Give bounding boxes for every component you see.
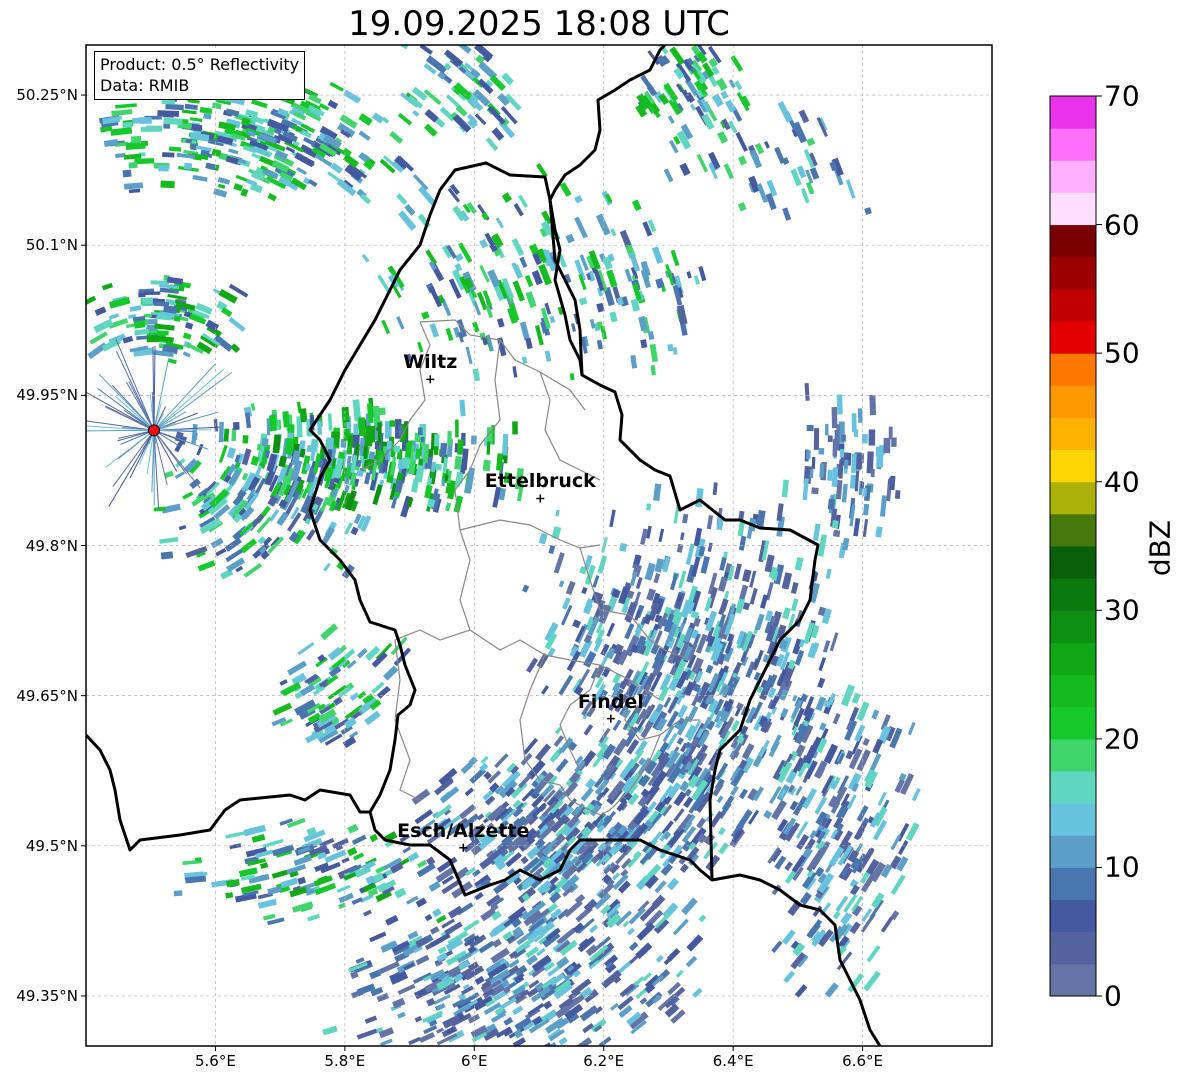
city-label: Findel (577, 690, 644, 713)
colorbar-bin (1050, 192, 1096, 226)
city-label: Wiltz (403, 351, 458, 374)
radar-site-dot (147, 424, 160, 437)
colorbar-bin (1050, 899, 1096, 933)
colorbar-bin (1050, 867, 1096, 901)
colorbar-bin (1050, 546, 1096, 579)
colorbar-bin (1050, 931, 1096, 965)
city-label: Esch/Alzette (397, 819, 530, 842)
city-marker (536, 494, 545, 503)
colorbar-bin (1050, 96, 1096, 129)
colorbar-bin (1050, 256, 1096, 290)
colorbar-bin (1050, 353, 1096, 386)
lon-tick-label: 6.6°E (842, 1052, 883, 1070)
colorbar-title: dBZ (1143, 519, 1177, 577)
city-label: Ettelbruck (484, 470, 596, 493)
colorbar-bin (1050, 160, 1096, 193)
lat-tick-label: 49.65°N (16, 686, 78, 705)
data-source-line: Data: RMIB (100, 76, 190, 95)
radar-echoes (86, 45, 921, 1046)
lon-tick-label: 6.4°E (712, 1052, 754, 1070)
colorbar-tick-label: 0 (1104, 979, 1122, 1013)
lon-tick-label: 5.8°E (324, 1052, 366, 1070)
lat-tick-label: 49.5°N (25, 836, 78, 855)
product-line: Product: 0.5° Reflectivity (100, 55, 300, 74)
colorbar-bin (1050, 642, 1096, 676)
colorbar-tick-label: 20 (1104, 722, 1140, 756)
colorbar-bin (1050, 674, 1096, 708)
lat-tick-label: 50.1°N (25, 236, 78, 255)
colorbar-bin (1050, 835, 1096, 868)
colorbar-bin (1050, 417, 1096, 451)
colorbar-bin (1050, 385, 1096, 418)
lat-tick-label: 50.25°N (16, 86, 78, 105)
lon-tick-label: 6°E (461, 1052, 488, 1070)
colorbar-tick-label: 50 (1104, 336, 1140, 370)
colorbar-bin (1050, 128, 1096, 161)
colorbar-bin (1050, 963, 1096, 997)
lat-tick-label: 49.95°N (16, 386, 78, 405)
colorbar-tick-label: 30 (1104, 593, 1140, 627)
lon-tick-label: 5.6°E (195, 1052, 236, 1070)
colorbar-bin (1050, 481, 1096, 515)
colorbar-bin (1050, 803, 1096, 836)
lat-tick-label: 49.35°N (16, 986, 78, 1005)
colorbar-bin (1050, 706, 1096, 740)
colorbar-scale (1049, 95, 1102, 997)
radar-site-marker (147, 424, 160, 437)
colorbar-bin (1050, 610, 1096, 643)
product-info-box: Product: 0.5° Reflectivity Data: RMIB (94, 51, 306, 100)
map-canvas (86, 45, 992, 1046)
colorbar-tick-label: 60 (1104, 208, 1140, 242)
colorbar-tick-label: 40 (1104, 465, 1140, 499)
colorbar-bin (1050, 738, 1096, 772)
colorbar-bin (1050, 513, 1096, 547)
colorbar-bin (1050, 771, 1096, 804)
colorbar-bin (1050, 578, 1096, 611)
colorbar-bin (1050, 288, 1096, 322)
colorbar-bin (1050, 224, 1096, 258)
colorbar-tick-label: 10 (1104, 850, 1140, 884)
city-marker (426, 375, 435, 384)
colorbar-tick-label: 70 (1104, 79, 1140, 113)
lat-tick-label: 49.8°N (25, 536, 78, 555)
colorbar-bin (1050, 449, 1096, 483)
lon-tick-label: 6.2°E (583, 1052, 625, 1070)
colorbar-bin (1050, 321, 1096, 354)
city-marker (606, 714, 615, 723)
radar-map[interactable] (0, 0, 1184, 1081)
